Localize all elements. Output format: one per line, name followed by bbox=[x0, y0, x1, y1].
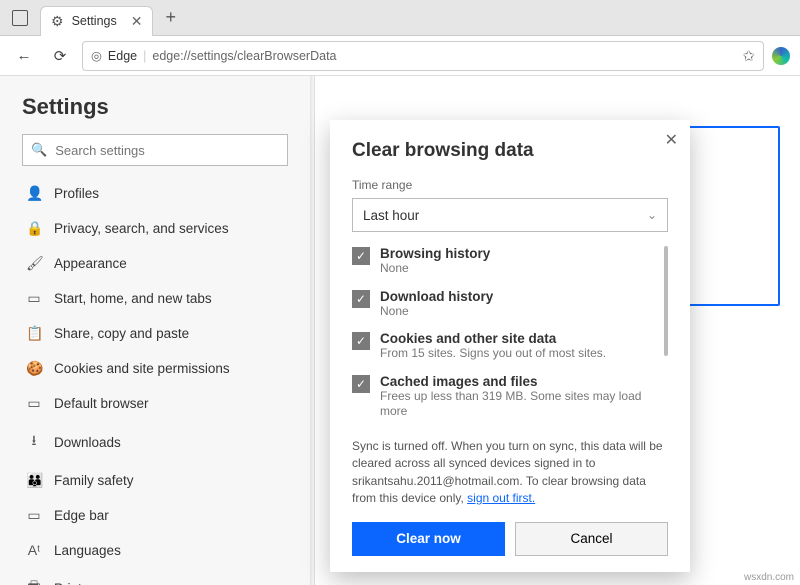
sidebar-item-6[interactable]: ▭ Default browser bbox=[22, 386, 288, 421]
sidebar-item-icon: 👤 bbox=[26, 185, 42, 202]
sidebar-item-label: Start, home, and new tabs bbox=[54, 291, 212, 306]
sidebar-item-11[interactable]: 🖶 Printers bbox=[22, 567, 288, 585]
sidebar-item-icon: 👪 bbox=[26, 472, 42, 489]
check-desc: None bbox=[380, 261, 490, 277]
check-row-0: ✓ Browsing historyNone bbox=[352, 246, 668, 277]
checkbox[interactable]: ✓ bbox=[352, 247, 370, 265]
sidebar-item-5[interactable]: 🍪 Cookies and site permissions bbox=[22, 351, 288, 386]
address-bar[interactable]: ◎ Edge | edge://settings/clearBrowserDat… bbox=[82, 41, 764, 71]
sidebar-item-icon: 🔒 bbox=[26, 220, 42, 237]
browser-tab[interactable]: ⚙ Settings ✕ bbox=[40, 6, 153, 36]
tab-overview-icon[interactable] bbox=[12, 10, 28, 26]
address-host: Edge bbox=[108, 49, 137, 63]
sidebar-item-icon: 📋 bbox=[26, 325, 42, 342]
back-button[interactable]: ← bbox=[10, 42, 38, 70]
sidebar-item-label: Profiles bbox=[54, 186, 99, 201]
sidebar-item-icon: ⭳ bbox=[26, 430, 42, 454]
sidebar-item-icon: Aᵗ bbox=[26, 542, 42, 558]
sidebar-item-label: Languages bbox=[54, 543, 121, 558]
sidebar-item-7[interactable]: ⭳ Downloads bbox=[22, 421, 288, 463]
search-input[interactable] bbox=[55, 143, 279, 158]
sidebar-item-3[interactable]: ▭ Start, home, and new tabs bbox=[22, 281, 288, 316]
sidebar-item-8[interactable]: 👪 Family safety bbox=[22, 463, 288, 498]
gear-icon: ⚙ bbox=[51, 13, 64, 30]
check-desc: Frees up less than 319 MB. Some sites ma… bbox=[380, 389, 668, 420]
sidebar-item-icon: 🍪 bbox=[26, 360, 42, 377]
sidebar-item-2[interactable]: 🖌 Appearance bbox=[22, 246, 288, 281]
close-tab-icon[interactable]: ✕ bbox=[131, 13, 143, 30]
sidebar-item-label: Family safety bbox=[54, 473, 134, 488]
check-row-1: ✓ Download historyNone bbox=[352, 289, 668, 320]
dialog-title: Clear browsing data bbox=[352, 140, 668, 162]
titlebar: ⚙ Settings ✕ + bbox=[0, 0, 800, 36]
sidebar-item-icon: ▭ bbox=[26, 395, 42, 412]
clear-browsing-data-dialog: ✕ Clear browsing data Time range Last ho… bbox=[330, 120, 690, 572]
time-range-label: Time range bbox=[352, 178, 668, 192]
sidebar-item-label: Default browser bbox=[54, 396, 149, 411]
search-settings[interactable]: 🔍 bbox=[22, 134, 288, 166]
check-row-3: ✓ Cached images and filesFrees up less th… bbox=[352, 374, 668, 420]
check-title: Cached images and files bbox=[380, 374, 668, 389]
edge-icon: ◎ bbox=[91, 48, 102, 63]
check-title: Download history bbox=[380, 289, 493, 304]
time-range-value: Last hour bbox=[363, 208, 419, 223]
new-tab-button[interactable]: + bbox=[153, 7, 188, 28]
sync-note: Sync is turned off. When you turn on syn… bbox=[352, 438, 668, 508]
sidebar-item-label: Share, copy and paste bbox=[54, 326, 189, 341]
sidebar-item-label: Printers bbox=[54, 581, 101, 585]
sidebar-item-label: Cookies and site permissions bbox=[54, 361, 230, 376]
refresh-button[interactable]: ⟳ bbox=[46, 42, 74, 70]
sidebar-item-10[interactable]: Aᵗ Languages bbox=[22, 533, 288, 567]
sidebar-item-label: Edge bar bbox=[54, 508, 109, 523]
sidebar-item-icon: 🖶 bbox=[26, 576, 42, 585]
sidebar-item-icon: ▭ bbox=[26, 507, 42, 524]
check-title: Cookies and other site data bbox=[380, 331, 606, 346]
checkbox[interactable]: ✓ bbox=[352, 375, 370, 393]
close-dialog-icon[interactable]: ✕ bbox=[665, 130, 678, 150]
toolbar: ← ⟳ ◎ Edge | edge://settings/clearBrowse… bbox=[0, 36, 800, 76]
sidebar-item-label: Privacy, search, and services bbox=[54, 221, 229, 236]
sidebar-item-0[interactable]: 👤 Profiles bbox=[22, 176, 288, 211]
checkbox[interactable]: ✓ bbox=[352, 290, 370, 308]
favorite-icon[interactable]: ✩ bbox=[742, 47, 755, 65]
sidebar-item-label: Appearance bbox=[54, 256, 127, 271]
tab-title: Settings bbox=[72, 14, 117, 28]
check-desc: From 15 sites. Signs you out of most sit… bbox=[380, 346, 606, 362]
search-icon: 🔍 bbox=[31, 142, 47, 158]
check-title: Browsing history bbox=[380, 246, 490, 261]
watermark: wsxdn.com bbox=[744, 572, 794, 583]
sidebar-item-icon: ▭ bbox=[26, 290, 42, 307]
check-row-2: ✓ Cookies and other site dataFrom 15 site… bbox=[352, 331, 668, 362]
check-desc: None bbox=[380, 304, 493, 320]
sign-out-link[interactable]: sign out first. bbox=[467, 491, 535, 505]
time-range-select[interactable]: Last hour ⌄ bbox=[352, 198, 668, 232]
clear-now-button[interactable]: Clear now bbox=[352, 522, 505, 556]
chevron-down-icon: ⌄ bbox=[647, 208, 657, 222]
sidebar-item-4[interactable]: 📋 Share, copy and paste bbox=[22, 316, 288, 351]
checkbox[interactable]: ✓ bbox=[352, 332, 370, 350]
cancel-button[interactable]: Cancel bbox=[515, 522, 668, 556]
scrollbar-thumb[interactable] bbox=[664, 246, 668, 356]
sidebar-item-1[interactable]: 🔒 Privacy, search, and services bbox=[22, 211, 288, 246]
address-url: edge://settings/clearBrowserData bbox=[152, 49, 336, 63]
page-title: Settings bbox=[22, 94, 288, 120]
settings-sidebar: Settings 🔍 👤 Profiles 🔒 Privacy, search, an… bbox=[0, 76, 310, 585]
sidebar-item-icon: 🖌 bbox=[26, 255, 42, 272]
sidebar-item-9[interactable]: ▭ Edge bar bbox=[22, 498, 288, 533]
profile-icon[interactable] bbox=[772, 47, 790, 65]
sidebar-item-label: Downloads bbox=[54, 435, 121, 450]
